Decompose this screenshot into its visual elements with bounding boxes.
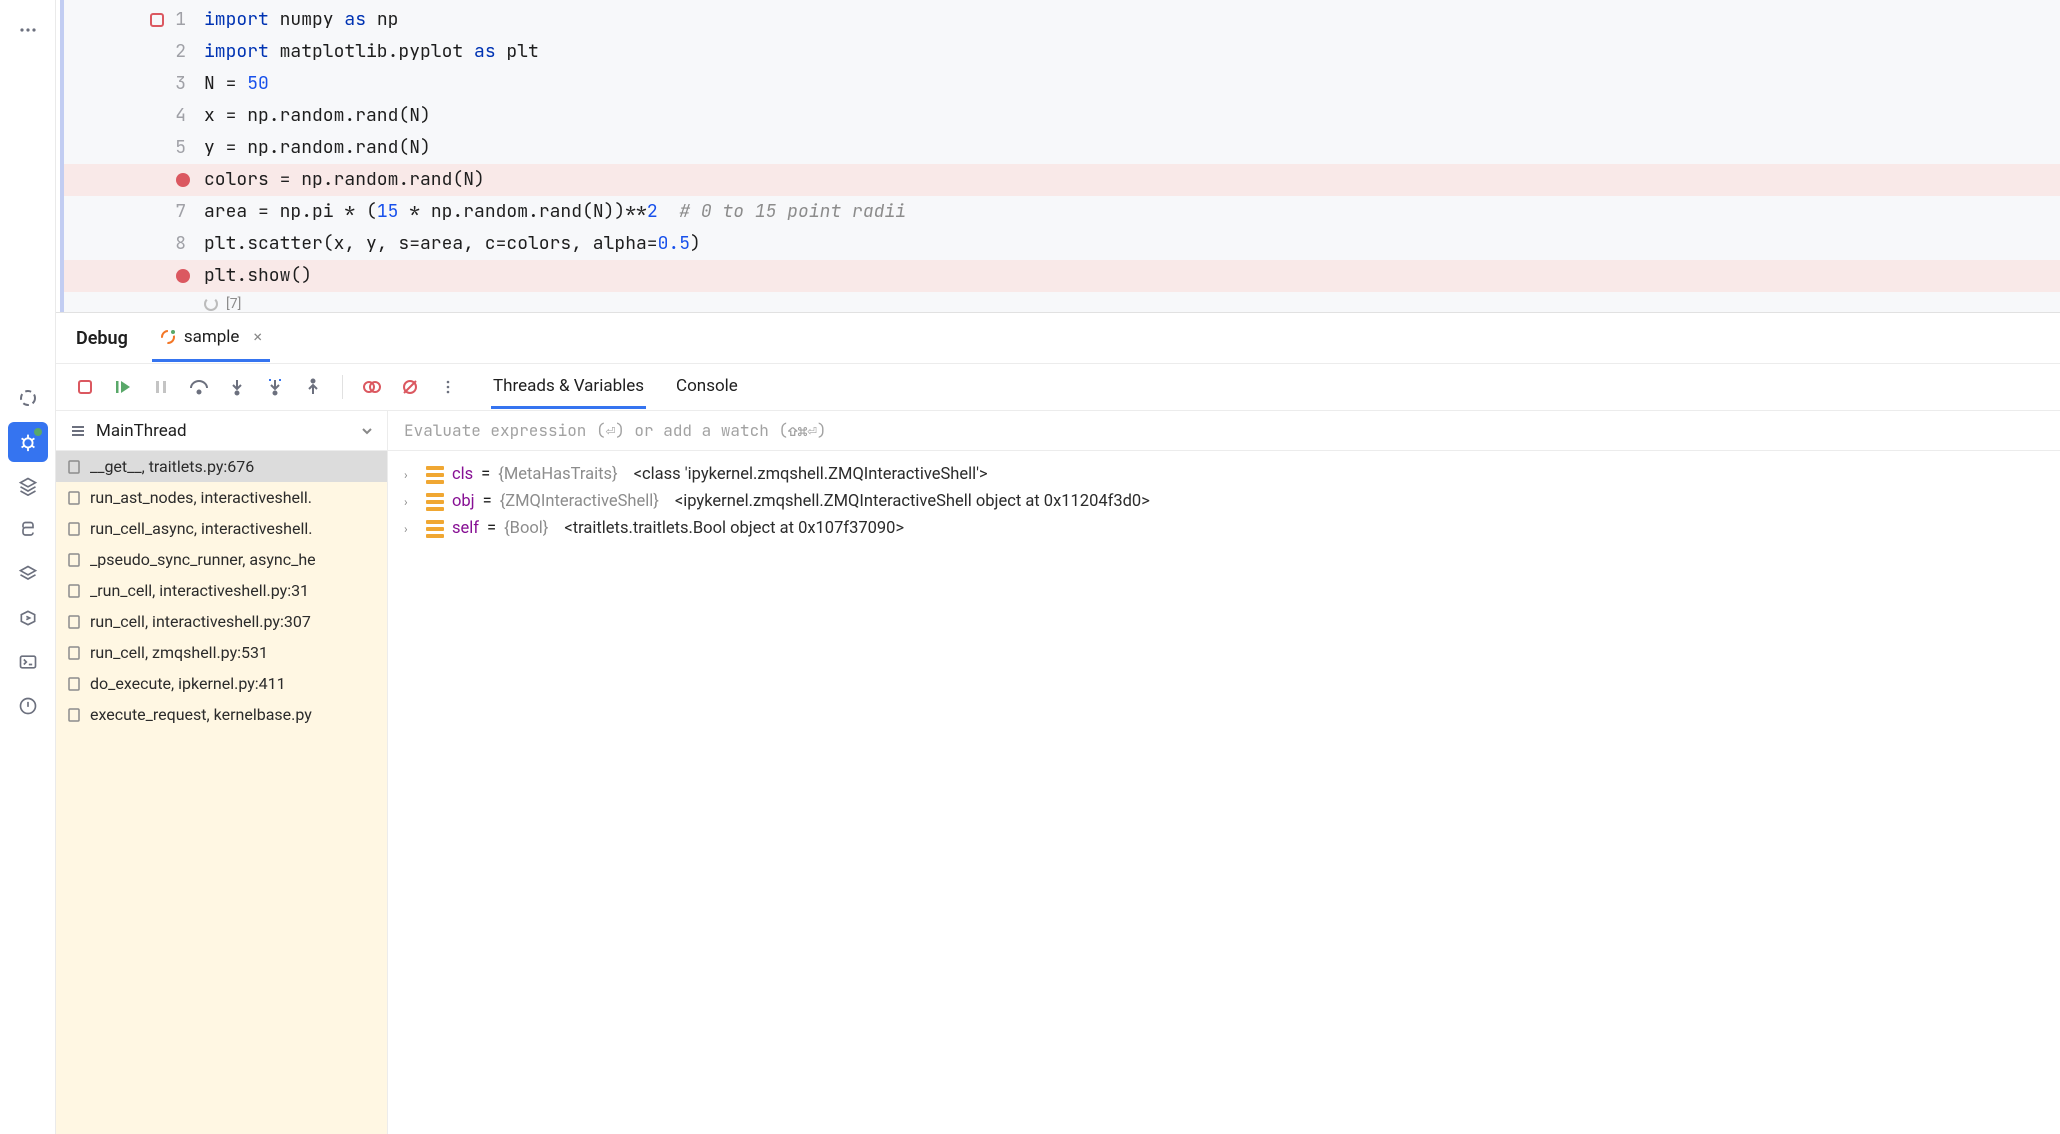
tool-sidebar	[0, 0, 56, 1134]
file-icon	[66, 552, 82, 568]
file-icon	[66, 707, 82, 723]
file-icon	[66, 614, 82, 630]
thread-selector[interactable]: MainThread	[56, 411, 387, 451]
variable-row[interactable]: › obj = {ZMQInteractiveShell} <ipykernel…	[394, 488, 2054, 515]
code-line[interactable]: 2import matplotlib.pyplot as plt	[64, 36, 2060, 68]
view-breakpoints-button[interactable]	[357, 372, 387, 402]
layers2-icon[interactable]	[8, 554, 48, 594]
stack-frame[interactable]: execute_request, kernelbase.py	[56, 699, 387, 730]
debug-panel: Debug sample ×	[56, 312, 2060, 1134]
jupyter-icon	[160, 329, 176, 345]
field-icon	[426, 493, 444, 511]
close-icon[interactable]: ×	[253, 327, 262, 346]
file-icon	[66, 490, 82, 506]
terminal-icon[interactable]	[8, 642, 48, 682]
file-icon	[66, 583, 82, 599]
thread-icon	[70, 423, 86, 439]
breakpoint-icon[interactable]	[176, 173, 190, 187]
stack-frame[interactable]: run_cell, zmqshell.py:531	[56, 637, 387, 668]
code-cell[interactable]: 1import numpy as np2import matplotlib.py…	[60, 0, 2060, 312]
code-line[interactable]: 7area = np.pi * (15 * np.random.rand(N))…	[64, 196, 2060, 228]
layers-icon[interactable]	[8, 466, 48, 506]
debug-tool-icon[interactable]	[8, 422, 48, 462]
tab-console[interactable]: Console	[674, 366, 740, 409]
chevron-right-icon[interactable]: ›	[404, 468, 418, 482]
python-icon[interactable]	[8, 510, 48, 550]
stack-frame[interactable]: do_execute, ipkernel.py:411	[56, 668, 387, 699]
spinner-icon	[204, 297, 218, 311]
code-line[interactable]: plt.show()	[64, 260, 2060, 292]
variables-pane: Evaluate expression (⏎) or add a watch (…	[388, 411, 2060, 1134]
breakpoint-icon[interactable]	[176, 269, 190, 283]
step-over-button[interactable]	[184, 372, 214, 402]
code-line[interactable]: 3N = 50	[64, 68, 2060, 100]
gutter[interactable]: 3	[64, 68, 204, 100]
chevron-right-icon[interactable]: ›	[404, 495, 418, 509]
variable-row[interactable]: › cls = {MetaHasTraits} <class 'ipykerne…	[394, 461, 2054, 488]
step-into-my-button[interactable]	[260, 372, 290, 402]
stack-frame[interactable]: _pseudo_sync_runner, async_he	[56, 544, 387, 575]
gutter[interactable]: 5	[64, 132, 204, 164]
problems-icon[interactable]	[8, 686, 48, 726]
variable-row[interactable]: › self = {Bool} <traitlets.traitlets.Boo…	[394, 515, 2054, 542]
more-icon[interactable]	[8, 10, 48, 50]
debug-toolbar: Threads & Variables Console	[56, 363, 2060, 411]
gutter[interactable]: 8	[64, 228, 204, 260]
breakpoint-empty-icon[interactable]	[150, 13, 164, 27]
code-line[interactable]: 4x = np.random.rand(N)	[64, 100, 2060, 132]
field-icon	[426, 520, 444, 538]
step-out-button[interactable]	[298, 372, 328, 402]
chevron-down-icon	[361, 425, 373, 437]
gutter[interactable]: 2	[64, 36, 204, 68]
services-icon[interactable]	[8, 598, 48, 638]
debug-file-tab[interactable]: sample ×	[152, 314, 270, 362]
file-icon	[66, 645, 82, 661]
frames-pane: MainThread __get__, traitlets.py:676run_…	[56, 411, 388, 1134]
code-line[interactable]: 5y = np.random.rand(N)	[64, 132, 2060, 164]
resume-button[interactable]	[108, 372, 138, 402]
gutter[interactable]: 1	[64, 4, 204, 36]
cell-exec-count: [7]	[64, 296, 2060, 312]
stack-frame[interactable]: run_cell, interactiveshell.py:307	[56, 606, 387, 637]
pause-button[interactable]	[146, 372, 176, 402]
code-line[interactable]: 1import numpy as np	[64, 4, 2060, 36]
stack-frame[interactable]: run_cell_async, interactiveshell.	[56, 513, 387, 544]
stop-button[interactable]	[70, 372, 100, 402]
evaluate-input[interactable]: Evaluate expression (⏎) or add a watch (…	[388, 411, 2060, 451]
debug-panel-label: Debug	[72, 328, 132, 349]
mute-breakpoints-button[interactable]	[395, 372, 425, 402]
code-line[interactable]: colors = np.random.rand(N)	[64, 164, 2060, 196]
stack-frame[interactable]: run_ast_nodes, interactiveshell.	[56, 482, 387, 513]
gutter[interactable]: 7	[64, 196, 204, 228]
file-icon	[66, 676, 82, 692]
code-line[interactable]: 8plt.scatter(x, y, s=area, c=colors, alp…	[64, 228, 2060, 260]
file-icon	[66, 459, 82, 475]
stack-frame[interactable]: __get__, traitlets.py:676	[56, 451, 387, 482]
chevron-right-icon[interactable]: ›	[404, 522, 418, 536]
stack-frame[interactable]: _run_cell, interactiveshell.py:31	[56, 575, 387, 606]
toolbar-more-icon[interactable]	[433, 372, 463, 402]
tab-threads-variables[interactable]: Threads & Variables	[491, 366, 646, 409]
loading-icon[interactable]	[8, 378, 48, 418]
step-into-button[interactable]	[222, 372, 252, 402]
field-icon	[426, 466, 444, 484]
gutter[interactable]: 4	[64, 100, 204, 132]
file-icon	[66, 521, 82, 537]
